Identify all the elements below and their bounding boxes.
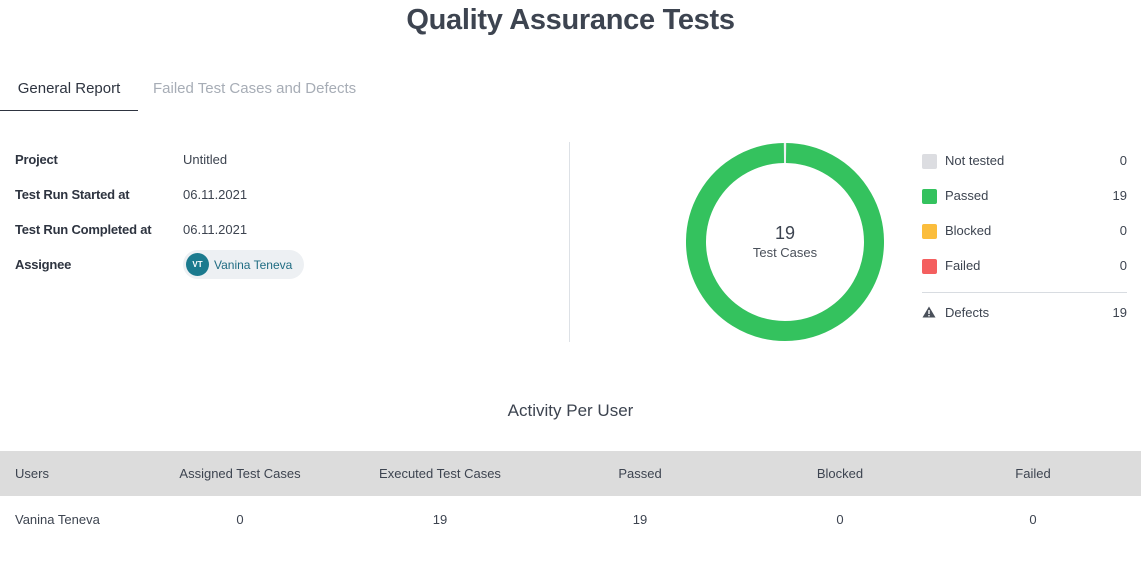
started-value: 06.11.2021	[183, 187, 248, 202]
legend-passed: Passed 19	[922, 187, 1127, 222]
project-row: Project Untitled	[15, 152, 555, 187]
assignee-name: Vanina Teneva	[214, 257, 293, 272]
section-divider	[569, 142, 570, 342]
legend-label: Blocked	[945, 223, 992, 238]
not-tested-swatch	[922, 154, 937, 169]
started-row: Test Run Started at 06.11.2021	[15, 187, 555, 222]
legend-label: Passed	[945, 188, 989, 203]
table-cell-blocked: 0	[836, 512, 844, 527]
results-legend: Not tested 0 Passed 19 Blocked 0 Failed …	[922, 152, 1127, 320]
legend-count: 0	[1119, 223, 1127, 238]
report-tabs: General Report Failed Test Cases and Def…	[0, 70, 420, 111]
legend-count: 0	[1119, 258, 1127, 273]
assignee-row: Assignee VT Vanina Teneva	[15, 250, 555, 292]
legend-divider	[922, 292, 1127, 293]
blocked-swatch	[922, 224, 937, 239]
table-cell-assigned: 0	[236, 512, 244, 527]
legend-blocked: Blocked 0	[922, 222, 1127, 257]
column-header: Blocked	[816, 466, 864, 481]
table-cell-passed: 19	[632, 512, 648, 527]
donut-center: 19 Test Cases	[686, 222, 884, 262]
total-test-cases-label: Test Cases	[752, 245, 818, 260]
activity-title: Activity Per User	[507, 401, 634, 420]
legend-label: Failed	[945, 258, 981, 273]
legend-count: 0	[1119, 153, 1127, 168]
passed-swatch	[922, 189, 937, 204]
avatar: VT	[186, 253, 209, 276]
defects-label: Defects	[945, 305, 990, 320]
legend-not-tested: Not tested 0	[922, 152, 1127, 187]
column-header: Assigned Test Cases	[179, 466, 301, 481]
legend-label: Not tested	[945, 153, 1005, 168]
tab-failed-test-cases-and-defects[interactable]: Failed Test Cases and Defects	[153, 70, 356, 111]
defects-count: 19	[1112, 305, 1127, 320]
project-value: Untitled	[183, 152, 228, 167]
started-label: Test Run Started at	[15, 187, 130, 202]
column-header: Passed	[618, 466, 662, 481]
column-header: Executed Test Cases	[379, 466, 501, 481]
table-row: Vanina Teneva 0 19 19 0 0	[0, 496, 1141, 544]
table-cell-user: Vanina Teneva	[15, 512, 100, 527]
project-label: Project	[15, 152, 58, 167]
legend-defects: Defects 19	[922, 304, 1127, 324]
column-header: Users	[15, 466, 49, 481]
total-test-cases-value: 19	[774, 223, 796, 243]
assignee-label: Assignee	[15, 257, 72, 272]
completed-label: Test Run Completed at	[15, 222, 152, 237]
failed-swatch	[922, 259, 937, 274]
activity-table-header: Users Assigned Test Cases Executed Test …	[0, 451, 1141, 496]
warning-icon	[922, 306, 936, 318]
completed-value: 06.11.2021	[183, 222, 248, 237]
assignee-chip[interactable]: VT Vanina Teneva	[183, 250, 305, 279]
table-cell-failed: 0	[1029, 512, 1037, 527]
table-cell-executed: 19	[432, 512, 448, 527]
test-run-info: Project Untitled Test Run Started at 06.…	[15, 152, 555, 292]
column-header: Failed	[1015, 466, 1051, 481]
tab-general-report[interactable]: General Report	[0, 70, 138, 111]
legend-failed: Failed 0	[922, 257, 1127, 292]
legend-count: 19	[1112, 188, 1127, 203]
page-title: Quality Assurance Tests	[406, 4, 735, 36]
